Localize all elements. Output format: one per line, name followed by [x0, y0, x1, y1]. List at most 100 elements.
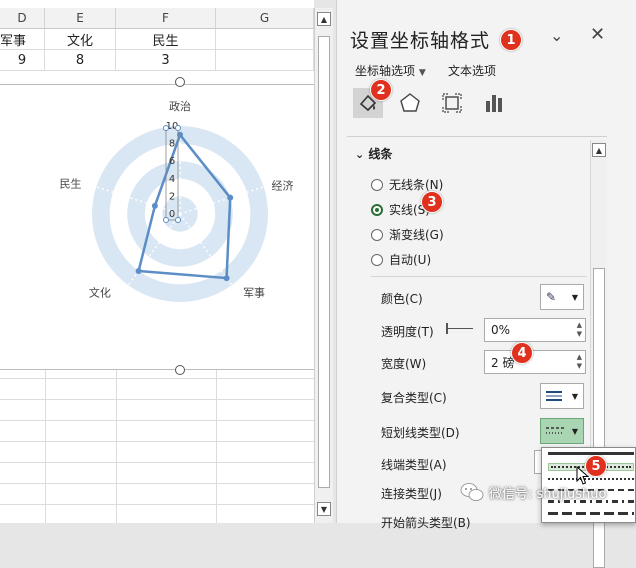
spinner-arrows-icon[interactable]: ▲ ▼	[577, 321, 582, 339]
grid-row-line	[0, 420, 314, 421]
chevron-down-icon: ⌄	[355, 148, 365, 161]
radar-category-label: 文化	[89, 285, 111, 299]
tab-text-options[interactable]: 文本选项	[448, 62, 496, 79]
color-picker-button[interactable]: ✎ ▼	[540, 284, 584, 310]
dash-option-long-dash[interactable]	[548, 512, 634, 515]
transparency-value: 0%	[491, 323, 511, 337]
cell-f1[interactable]: 民生	[116, 29, 216, 50]
scrollbar-thumb[interactable]	[593, 268, 605, 568]
grid-row-line	[0, 441, 314, 442]
compound-lines-icon	[546, 391, 562, 401]
transparency-label: 透明度(T)	[381, 325, 434, 339]
radar-category-label: 军事	[243, 286, 265, 299]
radial-tick-label: 6	[169, 156, 175, 167]
tab-axis-options-label: 坐标轴选项	[355, 64, 416, 78]
effects-icon[interactable]	[395, 88, 425, 118]
radio-button[interactable]	[371, 253, 383, 266]
grid-row-line	[0, 462, 314, 463]
color-label: 颜色(C)	[381, 292, 423, 306]
section-header-line[interactable]: ⌄ 线条	[355, 145, 392, 162]
radar-chart[interactable]: 0 2 4 6 8 10 政治 经济 军事 文化 民生	[0, 84, 314, 370]
cell-g2[interactable]	[216, 50, 314, 71]
radio-label: 自动(U)	[389, 253, 432, 267]
axis-options-icon[interactable]	[479, 88, 509, 118]
grid-row-line	[0, 378, 314, 379]
compound-type-label: 复合类型(C)	[381, 391, 447, 405]
radial-tick-label: 4	[169, 174, 175, 185]
width-label: 宽度(W)	[381, 357, 427, 371]
cell-e1[interactable]: 文化	[45, 29, 116, 50]
grid-col-line	[45, 370, 46, 523]
pen-icon: ✎	[546, 290, 557, 304]
radar-category-label: 政治	[169, 99, 191, 113]
cell-d1[interactable]: 军事	[0, 29, 45, 50]
caret-down-icon: ▼	[418, 68, 426, 78]
transparency-slider[interactable]	[447, 328, 473, 329]
axis-selection-handle	[163, 125, 169, 131]
radial-tick-label: 0	[169, 209, 175, 220]
dash-option-solid[interactable]	[548, 452, 634, 455]
divider	[371, 276, 587, 277]
scroll-up-icon[interactable]: ▲	[317, 12, 331, 26]
spreadsheet-area: D E F G 军事 文化 民生 9 8 3 0 2 4 6 8 10 政治 经济 军事 文化 民生	[0, 0, 314, 523]
transparency-input[interactable]: 0% ▲ ▼	[484, 318, 586, 342]
column-header-g[interactable]: G	[216, 8, 314, 29]
radio-button[interactable]	[371, 178, 383, 191]
column-header-e[interactable]: E	[45, 8, 116, 29]
dash-option-square-dot[interactable]	[548, 478, 634, 480]
tab-axis-options[interactable]: 坐标轴选项 ▼	[355, 62, 426, 79]
dash-type-label: 短划线类型(D)	[381, 426, 460, 440]
caret-down-icon: ▼	[571, 426, 578, 436]
step-badge-4: 4	[511, 342, 533, 364]
divider	[347, 136, 607, 137]
compound-type-dropdown[interactable]: ▼	[540, 383, 584, 409]
column-header-d[interactable]: D	[0, 8, 45, 29]
scroll-down-icon[interactable]: ▼	[317, 502, 331, 516]
grid-col-line	[116, 370, 117, 523]
axis-selection-handle	[175, 125, 181, 131]
caret-down-icon: ▼	[571, 391, 578, 401]
pane-options-chevron-icon[interactable]: ⌄	[550, 26, 563, 45]
scrollbar-thumb[interactable]	[318, 36, 330, 488]
dash-lines-icon	[546, 427, 564, 434]
join-type-label: 连接类型(J)	[381, 487, 442, 501]
radar-category-label: 经济	[271, 179, 293, 193]
scroll-up-icon[interactable]: ▲	[592, 143, 606, 157]
column-header-f[interactable]: F	[116, 8, 216, 29]
cell-d2[interactable]: 9	[0, 50, 45, 71]
spinner-arrows-icon[interactable]: ▲ ▼	[577, 353, 582, 371]
grid-row-line	[0, 399, 314, 400]
radial-tick-label: 2	[169, 191, 175, 202]
radio-gradient-line[interactable]: 渐变线(G)	[371, 226, 444, 243]
radar-point	[135, 267, 142, 274]
sheet-vertical-scrollbar[interactable]: ▲ ▼	[314, 8, 333, 523]
axis-selection-handle	[175, 217, 181, 223]
radial-tick-label: 8	[169, 139, 175, 150]
cell-e2[interactable]: 8	[45, 50, 116, 71]
grid-col-line	[216, 370, 217, 523]
width-input[interactable]: 2 磅 ▲ ▼	[484, 350, 586, 374]
radio-button-selected[interactable]	[371, 203, 383, 216]
cell-f2[interactable]: 3	[116, 50, 216, 71]
grid-row-line	[0, 504, 314, 505]
grid-row-line	[0, 483, 314, 484]
radar-chart-svg: 0246810政治经济军事文化民生	[60, 99, 293, 302]
slider-thumb[interactable]	[446, 323, 448, 334]
size-properties-icon[interactable]	[437, 88, 467, 118]
chart-resize-handle-top[interactable]	[175, 77, 185, 87]
radio-button[interactable]	[371, 228, 383, 241]
section-title: 线条	[368, 147, 393, 161]
dash-type-dropdown[interactable]: ▼	[540, 418, 584, 444]
cap-type-label: 线端类型(A)	[381, 458, 447, 472]
step-badge-1: 1	[500, 29, 522, 51]
caret-down-icon: ▼	[571, 292, 578, 302]
close-icon[interactable]: ✕	[590, 24, 605, 45]
radar-category-label: 民生	[60, 177, 82, 191]
pane-title: 设置坐标轴格式	[350, 30, 491, 52]
radio-automatic[interactable]: 自动(U)	[371, 251, 431, 268]
radar-point	[227, 194, 234, 201]
step-badge-3: 3	[421, 191, 443, 213]
cell-g1[interactable]	[216, 29, 314, 50]
chart-resize-handle-bottom[interactable]	[175, 365, 185, 375]
radio-label: 渐变线(G)	[389, 228, 444, 242]
